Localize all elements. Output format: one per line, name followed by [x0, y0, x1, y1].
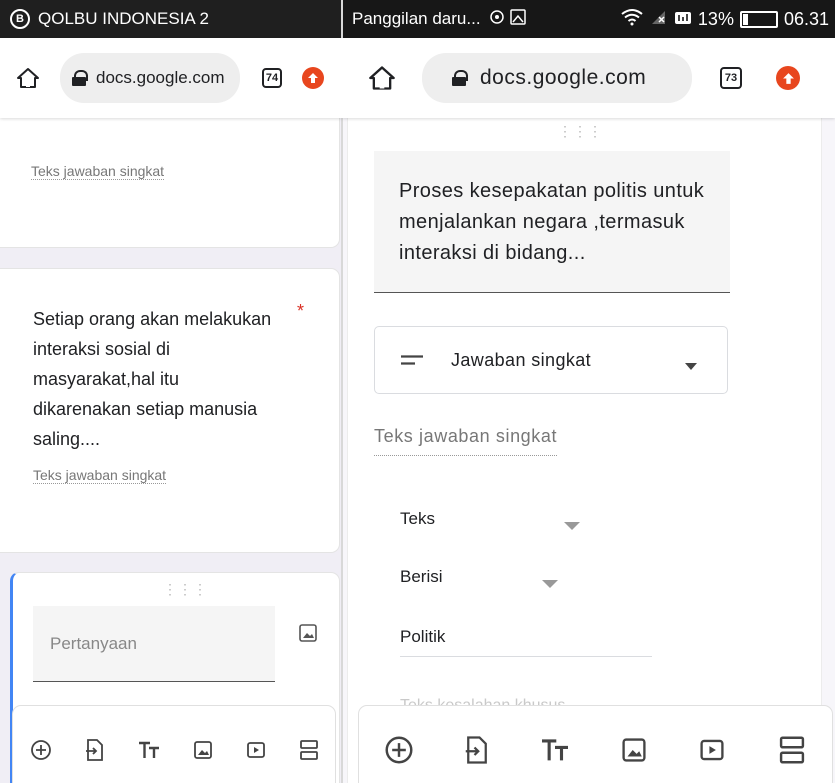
notification-icons [489, 8, 529, 31]
data-icon [674, 9, 692, 30]
app-name: QOLBU INDONESIA 2 [38, 9, 209, 28]
validation-value-input[interactable]: Politik [400, 627, 652, 657]
battery-icon [739, 10, 778, 28]
b-app-icon: B [10, 9, 30, 29]
title-text-icon[interactable] [138, 740, 160, 760]
section-icon[interactable] [299, 739, 319, 761]
title-text-icon[interactable] [540, 737, 570, 763]
lock-icon [72, 70, 88, 86]
question-input[interactable]: Pertanyaan [33, 606, 275, 682]
validation-rule-value: Berisi [400, 567, 443, 586]
status-indicators: 13% 06.31 [620, 8, 829, 31]
clock: 06.31 [783, 8, 829, 29]
question-text: Proses kesepakatan politis untuk menjala… [399, 180, 705, 264]
wifi-icon [620, 8, 644, 31]
validation-type-select[interactable]: Teks [400, 509, 580, 535]
form-toolbar [358, 705, 833, 783]
image-icon[interactable] [298, 623, 318, 648]
url-bar: docs.google.com 73 [342, 38, 835, 118]
short-answer-placeholder: Teks jawaban singkat [33, 467, 167, 484]
status-bar: B QOLBU INDONESIA 2 [0, 0, 342, 38]
notification-text: Panggilan daru... [352, 9, 481, 28]
video-icon[interactable] [246, 740, 266, 760]
question-placeholder: Pertanyaan [50, 634, 137, 653]
image-icon[interactable] [621, 737, 647, 763]
validation-value-text: Politik [400, 627, 446, 646]
image-icon[interactable] [193, 740, 213, 760]
short-answer-icon [401, 355, 423, 365]
import-question-icon[interactable] [464, 735, 490, 765]
short-answer-placeholder: Teks jawaban singkat [31, 163, 165, 180]
address-text: docs.google.com [480, 66, 647, 89]
chevron-down-icon [564, 517, 580, 535]
add-question-icon[interactable] [30, 739, 52, 761]
question-input[interactable]: Proses kesepakatan politis untuk menjala… [374, 151, 730, 293]
question-type-label: Jawaban singkat [451, 349, 592, 370]
form-toolbar [12, 705, 336, 783]
question-card-editing[interactable]: ⋮⋮⋮ Proses kesepakatan politis untuk men… [347, 100, 822, 783]
address-field[interactable]: docs.google.com [422, 53, 692, 103]
drag-handle[interactable]: ⋮⋮⋮ [558, 123, 602, 140]
validation-rule-select[interactable]: Berisi [400, 567, 580, 593]
left-browser-pane: B QOLBU INDONESIA 2 docs.google.com 74 T… [0, 0, 342, 783]
home-icon[interactable] [362, 58, 402, 98]
import-question-icon[interactable] [85, 738, 105, 762]
validation-type-value: Teks [400, 509, 435, 528]
address-field[interactable]: docs.google.com [60, 53, 240, 103]
chevron-down-icon [685, 357, 697, 375]
no-signal-icon [650, 9, 668, 30]
update-icon[interactable] [302, 67, 324, 89]
video-icon[interactable] [697, 737, 727, 763]
tab-count-icon[interactable]: 73 [720, 67, 742, 89]
question-card[interactable]: Teks jawaban singkat [0, 100, 340, 248]
battery-percent: 13% [697, 8, 734, 29]
question-text: Setiap orang akan melakukan interaksi so… [33, 309, 272, 449]
question-type-dropdown[interactable]: Jawaban singkat [374, 326, 728, 394]
url-bar: docs.google.com 74 [0, 38, 342, 118]
section-icon[interactable] [777, 735, 807, 765]
drag-handle[interactable]: ⋮⋮⋮ [163, 581, 207, 598]
home-icon[interactable] [8, 58, 48, 98]
short-answer-placeholder: Teks jawaban singkat [374, 426, 558, 456]
required-mark: * [297, 301, 305, 321]
right-browser-pane: Panggilan daru... 13% 06.31 docs.google.… [342, 0, 835, 783]
chevron-down-icon [542, 575, 558, 593]
status-bar: Panggilan daru... 13% 06.31 [342, 0, 835, 38]
lock-icon [452, 70, 468, 86]
question-card[interactable]: Setiap orang akan melakukan interaksi so… [0, 268, 340, 553]
update-icon[interactable] [776, 66, 800, 90]
add-question-icon[interactable] [384, 735, 414, 765]
address-text: docs.google.com [96, 68, 225, 87]
tab-count-icon[interactable]: 74 [262, 68, 282, 88]
